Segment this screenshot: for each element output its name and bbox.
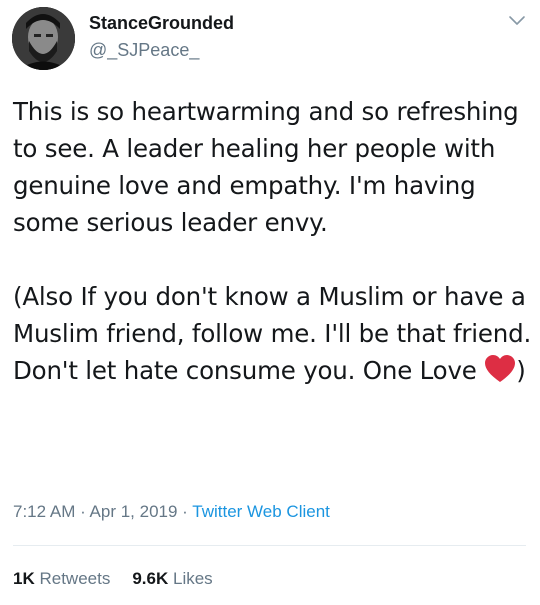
likes-stat[interactable]: 9.6K Likes xyxy=(132,569,212,588)
divider xyxy=(13,545,526,546)
tweet-date[interactable]: Apr 1, 2019 xyxy=(90,502,178,521)
avatar[interactable] xyxy=(12,7,75,70)
tweet-paragraph-end: ) xyxy=(516,356,526,385)
author-handle[interactable]: @_SJPeace_ xyxy=(89,40,199,61)
red-heart-emoji xyxy=(484,354,516,384)
likes-label: Likes xyxy=(173,569,213,588)
retweets-stat[interactable]: 1K Retweets xyxy=(13,569,110,588)
tweet-time[interactable]: 7:12 AM xyxy=(13,502,75,521)
tweet-card: StanceGrounded @_SJPeace_ This is so hea… xyxy=(0,0,540,605)
avatar-photo xyxy=(12,7,75,70)
tweet-client-link[interactable]: Twitter Web Client xyxy=(192,502,330,521)
tweet-meta: 7:12 AM · Apr 1, 2019 · Twitter Web Clie… xyxy=(13,502,330,522)
meta-separator: · xyxy=(177,502,193,521)
author-display-name[interactable]: StanceGrounded xyxy=(89,13,234,34)
tweet-stats: 1K Retweets 9.6K Likes xyxy=(13,569,213,589)
chevron-down-icon[interactable] xyxy=(506,12,528,30)
retweets-count: 1K xyxy=(13,569,35,588)
tweet-text: This is so heartwarming and so refreshin… xyxy=(13,93,533,389)
tweet-paragraph-text: (Also If you don't know a Muslim or have… xyxy=(13,282,532,385)
tweet-paragraph: (Also If you don't know a Muslim or have… xyxy=(13,278,533,389)
meta-separator: · xyxy=(75,502,90,521)
retweets-label: Retweets xyxy=(39,569,111,588)
likes-count: 9.6K xyxy=(132,569,169,588)
tweet-paragraph: This is so heartwarming and so refreshin… xyxy=(13,97,519,237)
